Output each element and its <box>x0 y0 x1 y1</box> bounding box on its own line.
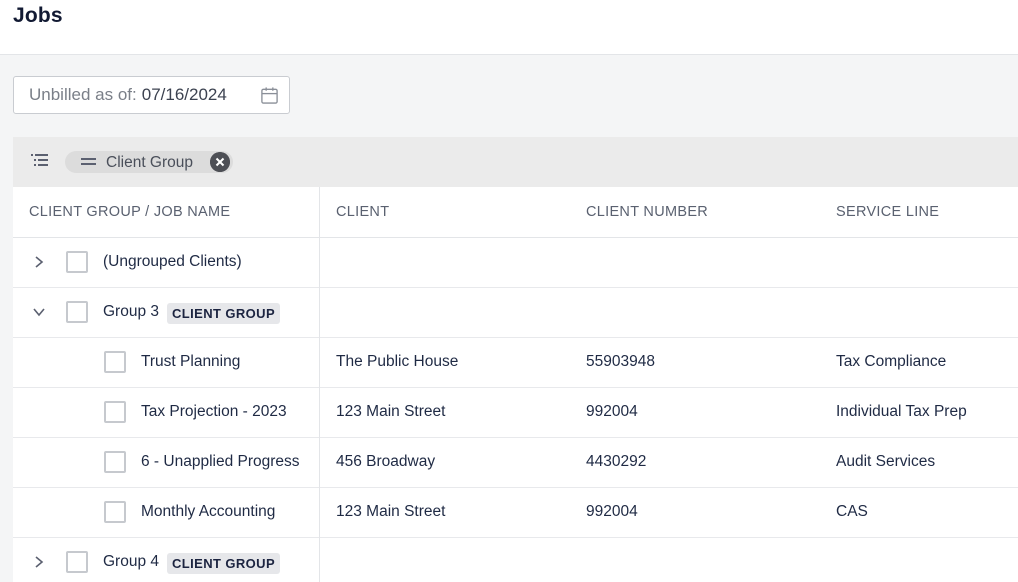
client-name: 456 Broadway <box>336 453 436 470</box>
row-checkbox[interactable] <box>104 501 126 523</box>
date-filter-value: 07/16/2024 <box>141 85 227 104</box>
table-row[interactable]: Tax Projection - 2023 123 Main Street 99… <box>13 388 1018 438</box>
page-title: Jobs <box>13 4 63 27</box>
row-grouping-bar: Client Group <box>13 137 1018 187</box>
group-row[interactable]: (Ungrouped Clients) <box>13 238 1018 288</box>
client-group-badge: CLIENT GROUP <box>167 553 281 574</box>
service-line: Audit Services <box>836 453 936 470</box>
client-number: 55903948 <box>586 353 655 370</box>
chevron-down-icon[interactable] <box>32 305 46 319</box>
calendar-icon[interactable] <box>260 86 279 105</box>
column-header-client[interactable]: CLIENT <box>336 204 389 220</box>
column-headers: CLIENT GROUP / JOB NAME CLIENT CLIENT NU… <box>13 187 1018 238</box>
column-header-service-line[interactable]: SERVICE LINE <box>836 204 939 220</box>
job-name: Monthly Accounting <box>141 503 276 520</box>
row-checkbox[interactable] <box>104 401 126 423</box>
group-name: Group 3 <box>103 303 160 320</box>
table-row[interactable]: Monthly Accounting 123 Main Street 99200… <box>13 488 1018 538</box>
client-number: 4430292 <box>586 453 647 470</box>
column-divider <box>319 187 320 582</box>
page-header: Jobs <box>0 0 1018 55</box>
row-checkbox[interactable] <box>66 551 88 573</box>
unbilled-date-filter[interactable]: Unbilled as of: 07/16/2024 <box>13 76 290 114</box>
group-rows-icon[interactable] <box>30 153 50 169</box>
drag-handle-icon[interactable] <box>81 158 96 166</box>
client-number: 992004 <box>586 403 638 420</box>
group-row[interactable]: Group 3 CLIENT GROUP <box>13 288 1018 338</box>
row-checkbox[interactable] <box>66 251 88 273</box>
service-line: Individual Tax Prep <box>836 403 967 420</box>
service-line: Tax Compliance <box>836 353 947 370</box>
client-name: 123 Main Street <box>336 403 446 420</box>
job-name: 6 - Unapplied Progress <box>141 453 300 470</box>
table-row[interactable]: 6 - Unapplied Progress 456 Broadway 4430… <box>13 438 1018 488</box>
client-name: The Public House <box>336 353 459 370</box>
row-checkbox[interactable] <box>104 351 126 373</box>
jobs-grid: Client Group CLIENT GROUP / JOB NAME CLI… <box>13 137 1018 582</box>
group-by-chip[interactable]: Client Group <box>65 151 233 173</box>
table-row[interactable]: Trust Planning The Public House 55903948… <box>13 338 1018 388</box>
date-filter-label: Unbilled as of: <box>29 85 137 104</box>
job-name: Trust Planning <box>141 353 241 370</box>
client-name: 123 Main Street <box>336 503 446 520</box>
group-name: (Ungrouped Clients) <box>103 253 242 270</box>
job-name: Tax Projection - 2023 <box>141 403 287 420</box>
client-group-badge: CLIENT GROUP <box>167 303 281 324</box>
column-header-job-name[interactable]: CLIENT GROUP / JOB NAME <box>29 204 230 220</box>
row-checkbox[interactable] <box>66 301 88 323</box>
column-header-client-number[interactable]: CLIENT NUMBER <box>586 204 708 220</box>
service-line: CAS <box>836 503 868 520</box>
group-by-chip-label: Client Group <box>106 154 194 171</box>
client-number: 992004 <box>586 503 638 520</box>
group-row[interactable]: Group 4 CLIENT GROUP <box>13 538 1018 582</box>
row-checkbox[interactable] <box>104 451 126 473</box>
close-icon[interactable] <box>210 152 230 172</box>
group-name: Group 4 <box>103 553 160 570</box>
chevron-right-icon[interactable] <box>32 255 46 269</box>
chevron-right-icon[interactable] <box>32 555 46 569</box>
